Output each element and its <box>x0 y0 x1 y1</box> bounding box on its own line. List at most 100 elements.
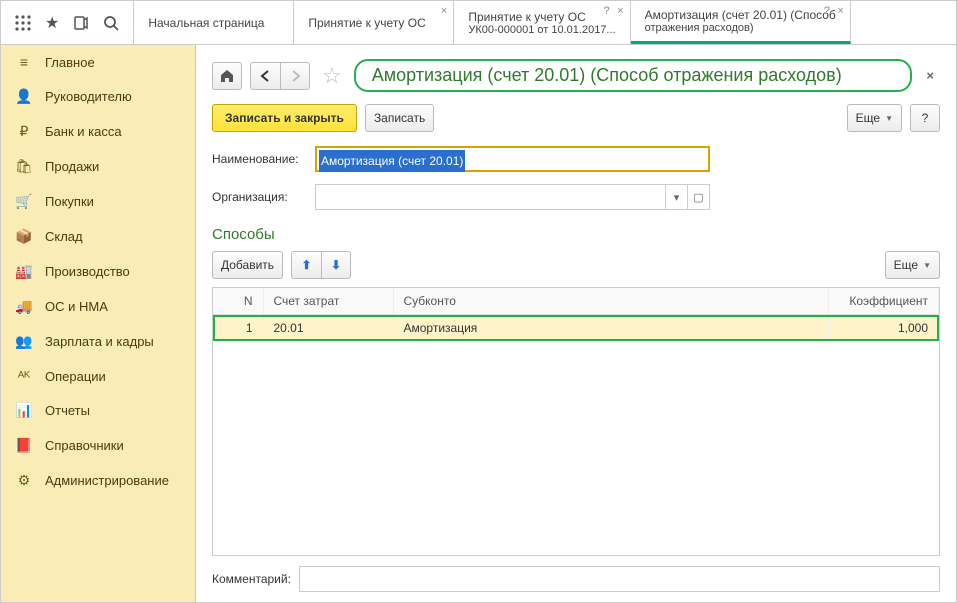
factory-icon: 🏭 <box>15 263 33 280</box>
close-page-button[interactable]: × <box>920 68 940 83</box>
truck-icon: 🚚 <box>15 298 33 315</box>
operations-icon: ᴬᴷ <box>15 368 33 384</box>
sidebar-item-label: Руководителю <box>45 89 132 104</box>
sidebar-item-main[interactable]: ≡Главное <box>1 45 195 79</box>
table-more-button[interactable]: Еще▼ <box>885 251 940 279</box>
help-icon[interactable]: ? <box>824 5 830 17</box>
th-n[interactable]: N <box>213 288 263 315</box>
name-selected-text: Амортизация (счет 20.01) <box>319 150 465 172</box>
comment-row: Комментарий: <box>212 566 940 592</box>
sidebar-item-bank[interactable]: ₽ Банк и касса <box>1 114 195 149</box>
org-field[interactable] <box>316 185 665 209</box>
table-empty-area[interactable] <box>213 341 939 555</box>
org-label: Организация: <box>212 190 307 204</box>
tab-sublabel: УК00-000001 от 10.01.2017... <box>468 24 615 36</box>
sidebar-item-label: Покупки <box>45 194 94 209</box>
sidebar-item-label: ОС и НМА <box>45 299 108 314</box>
save-close-button[interactable]: Записать и закрыть <box>212 104 357 132</box>
close-icon[interactable]: × <box>441 5 447 17</box>
back-button[interactable] <box>250 62 280 90</box>
title-row: ☆ Амортизация (счет 20.01) (Способ отраж… <box>212 59 940 92</box>
org-row: Организация: ▾ ▢ <box>212 184 940 210</box>
name-row: Наименование: Амортизация (счет 20.01) <box>212 146 940 172</box>
chart-icon: 📊 <box>15 402 33 419</box>
tab-accept-os-2[interactable]: ? × Принятие к учету ОС УК00-000001 от 1… <box>454 1 630 44</box>
apps-icon[interactable] <box>15 15 31 31</box>
close-icon[interactable]: × <box>617 5 623 17</box>
sidebar-item-directories[interactable]: 📕Справочники <box>1 428 195 463</box>
gear-icon: ⚙ <box>15 472 33 489</box>
comment-input[interactable] <box>300 567 939 591</box>
comment-label: Комментарий: <box>212 572 291 586</box>
search-icon[interactable] <box>103 15 119 31</box>
cart-icon: 🛒 <box>15 193 33 210</box>
ruble-icon: ₽ <box>15 123 33 140</box>
sidebar-item-purchases[interactable]: 🛒 Покупки <box>1 184 195 219</box>
close-icon[interactable]: × <box>837 5 843 17</box>
name-input[interactable]: Амортизация (счет 20.01) <box>315 146 710 172</box>
name-label: Наименование: <box>212 152 307 166</box>
move-buttons: ⬆ ⬇ <box>291 251 351 279</box>
tab-amortization[interactable]: ? × Амортизация (счет 20.01) (Способ отр… <box>631 1 851 44</box>
forward-button[interactable] <box>280 62 310 90</box>
topbar-icon-group: ★ <box>1 1 134 44</box>
costs-table: N Счет затрат Субконто Коэффициент 1 20.… <box>213 288 939 341</box>
cell-n: 1 <box>213 315 263 342</box>
favorite-icon[interactable]: ☆ <box>322 63 342 89</box>
tab-home[interactable]: Начальная страница <box>134 1 294 44</box>
sidebar-item-label: Производство <box>45 264 130 279</box>
th-account[interactable]: Счет затрат <box>263 288 393 315</box>
box-icon: 📦 <box>15 228 33 245</box>
move-up-button[interactable]: ⬆ <box>291 251 321 279</box>
sidebar-item-label: Администрирование <box>45 473 169 488</box>
org-input[interactable]: ▾ ▢ <box>315 184 710 210</box>
table-header-row: N Счет затрат Субконто Коэффициент <box>213 288 939 315</box>
sidebar-item-manager[interactable]: 👤 Руководителю <box>1 79 195 114</box>
sidebar-item-reports[interactable]: 📊 Отчеты <box>1 393 195 428</box>
sidebar-item-os-nma[interactable]: 🚚 ОС и НМА <box>1 289 195 324</box>
sidebar-item-operations[interactable]: ᴬᴷОперации <box>1 359 195 393</box>
table-row[interactable]: 1 20.01 Амортизация 1,000 <box>213 315 939 342</box>
sidebar-item-warehouse[interactable]: 📦Склад <box>1 219 195 254</box>
sidebar-item-payroll[interactable]: 👥 Зарплата и кадры <box>1 324 195 359</box>
sidebar-item-admin[interactable]: ⚙ Администрирование <box>1 463 195 498</box>
star-icon[interactable]: ★ <box>45 13 59 33</box>
sidebar: ≡Главное 👤 Руководителю ₽ Банк и касса 🛍Пр… <box>1 45 196 602</box>
table-wrap: N Счет затрат Субконто Коэффициент 1 20.… <box>212 287 940 556</box>
more-button[interactable]: Еще▼ <box>847 104 902 132</box>
sidebar-item-label: Отчеты <box>45 403 90 418</box>
cell-account: 20.01 <box>263 315 393 342</box>
th-subconto[interactable]: Субконто <box>393 288 829 315</box>
section-title: Способы <box>212 226 940 243</box>
help-icon[interactable]: ? <box>603 5 609 17</box>
sidebar-item-label: Банк и касса <box>45 124 122 139</box>
people-icon: 👥 <box>15 333 33 350</box>
comment-input-wrap <box>299 566 940 592</box>
add-button[interactable]: Добавить <box>212 251 283 279</box>
tab-accept-os-1[interactable]: × Принятие к учету ОС <box>294 1 454 44</box>
tabs: Начальная страница × Принятие к учету ОС… <box>134 1 956 44</box>
open-icon[interactable]: ▢ <box>687 185 709 209</box>
table-toolbar: Добавить ⬆ ⬇ Еще▼ <box>212 251 940 279</box>
tab-label: Принятие к учету ОС <box>468 10 615 24</box>
sidebar-item-label: Главное <box>45 55 95 70</box>
help-button[interactable]: ? <box>910 104 940 132</box>
home-button[interactable] <box>212 62 242 90</box>
tab-label: Амортизация (счет 20.01) (Способ <box>645 8 836 22</box>
dropdown-icon[interactable]: ▾ <box>665 185 687 209</box>
tab-label: Начальная страница <box>148 16 279 30</box>
move-down-button[interactable]: ⬇ <box>321 251 351 279</box>
save-button[interactable]: Записать <box>365 104 434 132</box>
nav-buttons <box>250 62 310 90</box>
cell-subconto: Амортизация <box>393 315 829 342</box>
th-coef[interactable]: Коэффициент <box>829 288 939 315</box>
sidebar-item-sales[interactable]: 🛍Продажи <box>1 149 195 184</box>
tab-sublabel: отражения расходов) <box>645 22 836 34</box>
person-icon: 👤 <box>15 88 33 105</box>
sidebar-item-production[interactable]: 🏭 Производство <box>1 254 195 289</box>
top-bar: ★ Начальная страница × Принятие к учету … <box>1 1 956 45</box>
main-toolbar: Записать и закрыть Записать Еще▼ ? <box>212 104 940 132</box>
sidebar-item-label: Зарплата и кадры <box>45 334 154 349</box>
sidebar-item-label: Продажи <box>45 159 99 174</box>
history-icon[interactable] <box>73 15 89 31</box>
